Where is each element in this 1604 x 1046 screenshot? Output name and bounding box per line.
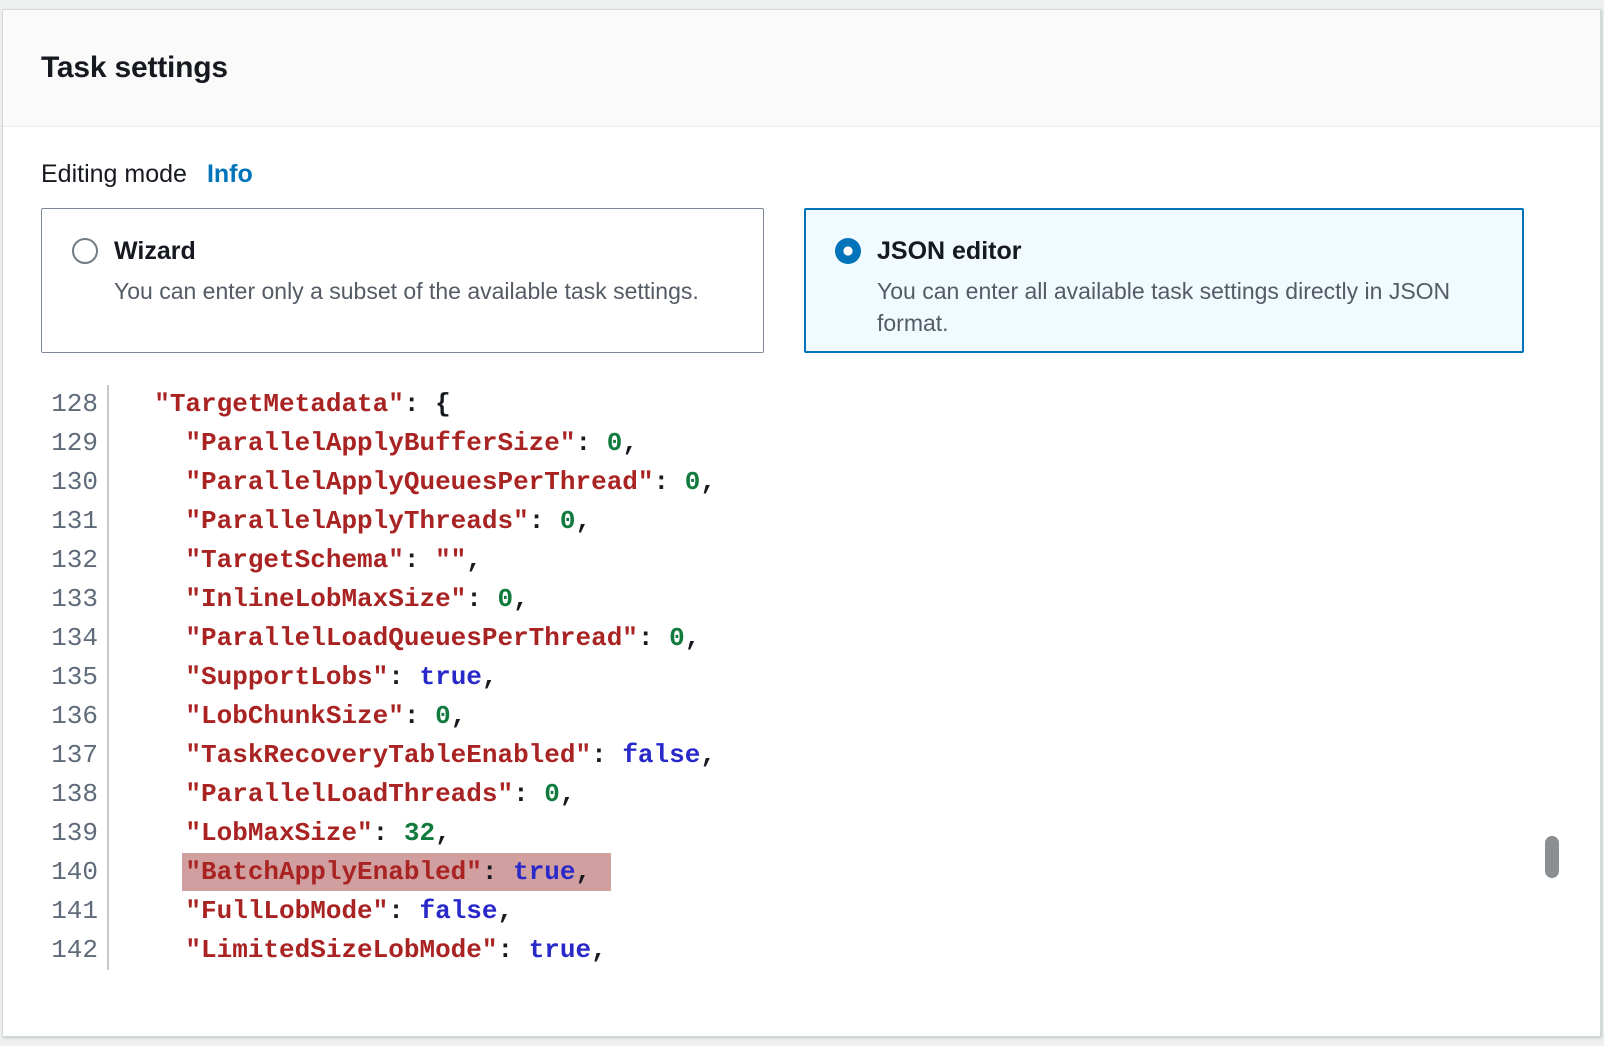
line-number: 131 (3, 502, 109, 541)
line-number: 137 (3, 736, 109, 775)
radio-selected-icon[interactable] (835, 238, 861, 264)
code-line[interactable]: 134 "ParallelLoadQueuesPerThread": 0, (3, 619, 1600, 658)
code-text[interactable]: "LobMaxSize": 32, (109, 814, 451, 853)
code-text[interactable]: "ParallelLoadThreads": 0, (109, 775, 576, 814)
code-line[interactable]: 142 "LimitedSizeLobMode": true, (3, 931, 1600, 970)
line-number: 129 (3, 424, 109, 463)
code-line[interactable]: 131 "ParallelApplyThreads": 0, (3, 502, 1600, 541)
task-settings-panel: Task settings Editing mode Info Wizard Y… (2, 9, 1601, 1037)
line-number: 136 (3, 697, 109, 736)
info-link[interactable]: Info (207, 160, 253, 189)
code-line[interactable]: 132 "TargetSchema": "", (3, 541, 1600, 580)
option-label: JSON editor (877, 235, 1493, 267)
line-number: 140 (3, 853, 109, 892)
line-number: 133 (3, 580, 109, 619)
editing-mode-option-wizard[interactable]: Wizard You can enter only a subset of th… (41, 208, 764, 353)
code-line[interactable]: 141 "FullLobMode": false, (3, 892, 1600, 931)
code-line[interactable]: 135 "SupportLobs": true, (3, 658, 1600, 697)
line-number: 130 (3, 463, 109, 502)
panel-header: Task settings (3, 10, 1600, 127)
code-text[interactable]: "ParallelApplyQueuesPerThread": 0, (109, 463, 716, 502)
page-title: Task settings (41, 51, 228, 85)
code-text[interactable]: "TaskRecoveryTableEnabled": false, (109, 736, 716, 775)
code-text[interactable]: "TargetSchema": "", (109, 541, 482, 580)
code-text[interactable]: "InlineLobMaxSize": 0, (109, 580, 529, 619)
code-line[interactable]: 138 "ParallelLoadThreads": 0, (3, 775, 1600, 814)
code-line[interactable]: 129 "ParallelApplyBufferSize": 0, (3, 424, 1600, 463)
code-text[interactable]: "TargetMetadata": { (109, 385, 451, 424)
editing-mode-options: Wizard You can enter only a subset of th… (41, 208, 1562, 353)
json-editor[interactable]: 128 "TargetMetadata": {129 "ParallelAppl… (3, 385, 1600, 970)
editing-mode-option-json-editor[interactable]: JSON editor You can enter all available … (804, 208, 1524, 353)
code-line[interactable]: 133 "InlineLobMaxSize": 0, (3, 580, 1600, 619)
editing-mode-row: Editing mode Info (41, 160, 1562, 189)
line-number: 139 (3, 814, 109, 853)
code-line[interactable]: 137 "TaskRecoveryTableEnabled": false, (3, 736, 1600, 775)
editing-mode-label: Editing mode (41, 160, 187, 189)
code-text[interactable]: "ParallelApplyThreads": 0, (109, 502, 591, 541)
code-text[interactable]: "LobChunkSize": 0, (109, 697, 466, 736)
highlighted-code: "BatchApplyEnabled": true, (182, 853, 611, 891)
option-text: JSON editor You can enter all available … (877, 235, 1493, 326)
line-number: 141 (3, 892, 109, 931)
option-text: Wizard You can enter only a subset of th… (114, 235, 699, 326)
code-text[interactable]: "SupportLobs": true, (109, 658, 498, 697)
line-number: 138 (3, 775, 109, 814)
code-line[interactable]: 128 "TargetMetadata": { (3, 385, 1600, 424)
line-number: 128 (3, 385, 109, 424)
page: Task settings Editing mode Info Wizard Y… (0, 0, 1604, 1046)
option-description: You can enter all available task setting… (877, 275, 1493, 339)
option-label: Wizard (114, 235, 699, 267)
code-text[interactable]: "ParallelApplyBufferSize": 0, (109, 424, 638, 463)
line-number: 135 (3, 658, 109, 697)
code-text[interactable]: "ParallelLoadQueuesPerThread": 0, (109, 619, 700, 658)
line-number: 142 (3, 931, 109, 970)
code-line[interactable]: 136 "LobChunkSize": 0, (3, 697, 1600, 736)
code-line[interactable]: 140 "BatchApplyEnabled": true, (3, 853, 1600, 892)
panel-content: Editing mode Info Wizard You can enter o… (3, 127, 1600, 353)
code-line[interactable]: 139 "LobMaxSize": 32, (3, 814, 1600, 853)
code-line[interactable]: 130 "ParallelApplyQueuesPerThread": 0, (3, 463, 1600, 502)
option-description: You can enter only a subset of the avail… (114, 275, 699, 307)
scrollbar-thumb[interactable] (1545, 836, 1559, 878)
radio-unselected-icon[interactable] (72, 238, 98, 264)
line-number: 132 (3, 541, 109, 580)
line-number: 134 (3, 619, 109, 658)
code-text[interactable]: "BatchApplyEnabled": true, (109, 853, 611, 892)
code-text[interactable]: "LimitedSizeLobMode": true, (109, 931, 607, 970)
code-text[interactable]: "FullLobMode": false, (109, 892, 513, 931)
